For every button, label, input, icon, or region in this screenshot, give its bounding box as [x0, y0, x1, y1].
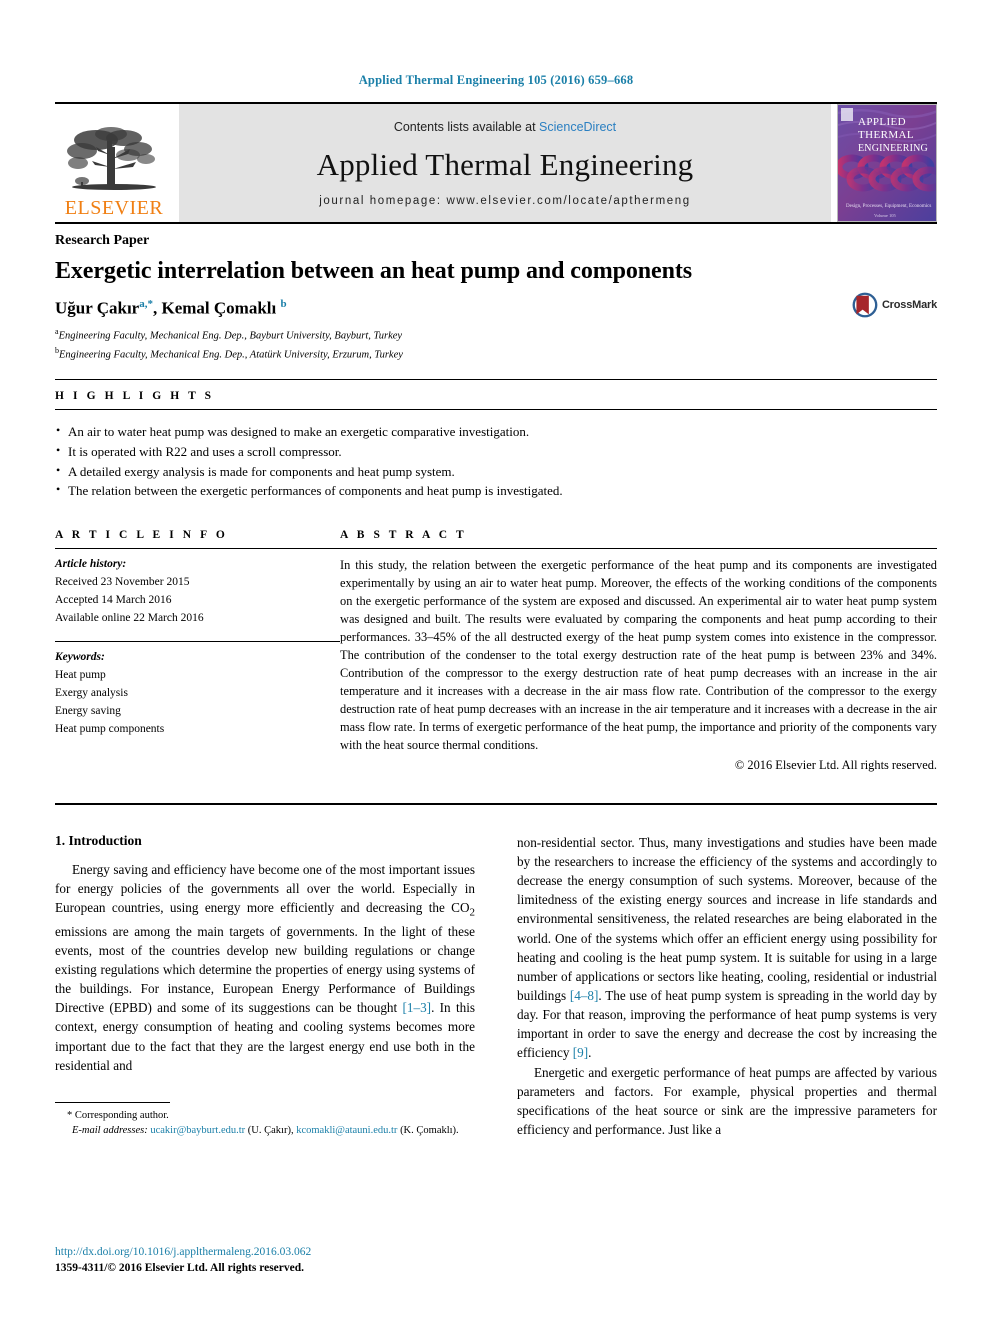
- info-abstract-region: A R T I C L E I N F O Article history: R…: [55, 519, 937, 773]
- abstract-copyright: © 2016 Elsevier Ltd. All rights reserved…: [734, 757, 937, 772]
- abstract-heading: A B S T R A C T: [340, 529, 467, 542]
- crossmark-badge[interactable]: CrossMark: [851, 283, 937, 327]
- corresponding-marker: *: [67, 1109, 73, 1121]
- svg-text:Design, Processes, Equipment,: Design, Processes, Equipment, Economics: [846, 204, 931, 209]
- keywords-rule: [55, 641, 340, 643]
- elsevier-tree-icon: [67, 127, 156, 190]
- right-text-part3: .: [588, 1045, 592, 1061]
- email-link-1[interactable]: ucakir@bayburt.edu.tr: [150, 1125, 245, 1136]
- affiliation-a-text: Engineering Faculty, Mechanical Eng. Dep…: [58, 330, 403, 342]
- author-1-affil-marker[interactable]: a,*: [139, 298, 153, 310]
- keyword-item: Exergy analysis: [55, 686, 128, 699]
- body-column-left: 1. Introduction Energy saving and effici…: [55, 833, 475, 1139]
- article-history-label: Article history:: [55, 558, 127, 571]
- intro-paragraph-left: Energy saving and efficiency have become…: [55, 860, 475, 1075]
- list-item: It is operated with R22 and uses a scrol…: [55, 441, 937, 462]
- crossmark-icon: [852, 292, 878, 318]
- footnote-block: * Corresponding author. E-mail addresses…: [55, 1101, 475, 1140]
- body-column-right: non-residential sector. Thus, many inves…: [517, 833, 937, 1139]
- svg-text:THERMAL: THERMAL: [858, 129, 914, 141]
- journal-masthead: ELSEVIER Contents lists available at Sci…: [55, 102, 937, 222]
- abstract-text: In this study, the relation between the …: [340, 558, 937, 752]
- affiliation-b-text: Engineering Faculty, Mechanical Eng. Dep…: [59, 349, 403, 361]
- contents-prefix: Contents lists available at: [393, 119, 540, 134]
- masthead-bottom-rule: [55, 222, 937, 224]
- keyword-item: Energy saving: [55, 704, 121, 717]
- author-list: Uğur Çakıra,*, Kemal Çomaklı b: [55, 298, 937, 319]
- body-top-rule: [55, 802, 937, 805]
- crossmark-label: CrossMark: [881, 299, 937, 311]
- sciencedirect-link[interactable]: ScienceDirect: [539, 120, 616, 134]
- doi-link[interactable]: http://dx.doi.org/10.1016/j.applthermale…: [55, 1244, 311, 1261]
- footnote-rule: [55, 1101, 170, 1103]
- keyword-item: Heat pump: [55, 669, 106, 682]
- history-received: Received 23 November 2015: [55, 575, 190, 588]
- article-info-column: A R T I C L E I N F O Article history: R…: [55, 519, 340, 773]
- author-2-name: Kemal Çomaklı: [161, 298, 277, 318]
- journal-title: Applied Thermal Engineering: [316, 146, 694, 182]
- email-owner-2: (K. Çomaklı).: [400, 1125, 459, 1137]
- citation-9[interactable]: [9]: [573, 1045, 588, 1060]
- email-link-2[interactable]: kcomakli@atauni.edu.tr: [296, 1125, 397, 1136]
- corresponding-author-note: * Corresponding author.: [55, 1108, 475, 1124]
- elsevier-logo: ELSEVIER: [55, 104, 173, 222]
- section-heading-introduction: 1. Introduction: [55, 832, 142, 848]
- intro-paragraph-right-1: non-residential sector. Thus, many inves…: [517, 833, 937, 1063]
- article-info-rule: [55, 548, 340, 550]
- intro-text-part1: Energy saving and efficiency have become…: [55, 861, 475, 916]
- running-head: Applied Thermal Engineering 105 (2016) 6…: [358, 73, 634, 87]
- article-type: Research Paper: [55, 233, 150, 248]
- list-item: A detailed exergy analysis is made for c…: [55, 461, 937, 482]
- keyword-item: Heat pump components: [55, 722, 165, 735]
- history-online: Available online 22 March 2016: [55, 611, 204, 624]
- highlights-heading: H I G H L I G H T S: [55, 390, 215, 403]
- footer-doi-block: http://dx.doi.org/10.1016/j.applthermale…: [55, 1244, 311, 1277]
- email-owner-1: (U. Çakır),: [247, 1125, 294, 1137]
- author-1-name: Uğur Çakır: [55, 298, 140, 318]
- email-label: E-mail addresses:: [72, 1125, 148, 1137]
- keywords-label: Keywords:: [55, 651, 105, 664]
- journal-band: Contents lists available at ScienceDirec…: [179, 104, 831, 222]
- list-item: The relation between the exergetic perfo…: [55, 480, 937, 501]
- svg-text:ENGINEERING: ENGINEERING: [858, 143, 928, 154]
- article-history: Article history: Received 23 November 20…: [55, 556, 340, 627]
- abstract-column: A B S T R A C T In this study, the relat…: [340, 519, 937, 773]
- highlights-list: An air to water heat pump was designed t…: [55, 421, 937, 501]
- cover-artwork: APPLIED THERMAL ENGINEERING Design, Proc…: [838, 105, 936, 221]
- abstract-rule: [340, 548, 937, 550]
- affiliation-a: aEngineering Faculty, Mechanical Eng. De…: [55, 326, 937, 344]
- email-addresses-note: E-mail addresses: ucakir@bayburt.edu.tr …: [55, 1123, 475, 1139]
- affiliations: aEngineering Faculty, Mechanical Eng. De…: [55, 326, 937, 363]
- highlights-under-rule: [55, 409, 937, 411]
- issn-copyright-line: 1359-4311/© 2016 Elsevier Ltd. All right…: [55, 1262, 305, 1275]
- highlights-top-rule: [55, 379, 937, 381]
- intro-paragraph-right-2: Energetic and exergetic performance of h…: [517, 1064, 937, 1137]
- paper-page: Applied Thermal Engineering 105 (2016) 6…: [0, 0, 992, 1323]
- list-item: An air to water heat pump was designed t…: [55, 421, 937, 442]
- article-info-heading: A R T I C L E I N F O: [55, 529, 228, 542]
- right-text-part1: non-residential sector. Thus, many inves…: [517, 834, 937, 1004]
- svg-text:Volume 105: Volume 105: [874, 213, 897, 218]
- keywords-block: Keywords: Heat pump Exergy analysis Ener…: [55, 649, 340, 738]
- contents-available-line: Contents lists available at ScienceDirec…: [394, 120, 616, 134]
- co2-subscript: 2: [469, 906, 476, 919]
- body-columns: 1. Introduction Energy saving and effici…: [55, 833, 937, 1139]
- history-accepted: Accepted 14 March 2016: [55, 593, 172, 606]
- author-2-affil-marker[interactable]: b: [280, 298, 286, 310]
- corresponding-text: Corresponding author.: [74, 1109, 169, 1121]
- citation-1-3[interactable]: [1–3]: [402, 1000, 431, 1015]
- citation-4-8[interactable]: [4–8]: [570, 988, 599, 1003]
- journal-homepage-link[interactable]: journal homepage: www.elsevier.com/locat…: [319, 195, 691, 207]
- page-title: Exergetic interrelation between an heat …: [55, 258, 692, 284]
- affiliation-b: bEngineering Faculty, Mechanical Eng. De…: [55, 345, 937, 363]
- elsevier-wordmark: ELSEVIER: [64, 197, 164, 219]
- svg-text:APPLIED: APPLIED: [858, 116, 906, 128]
- journal-cover-thumbnail: APPLIED THERMAL ENGINEERING Design, Proc…: [837, 104, 937, 222]
